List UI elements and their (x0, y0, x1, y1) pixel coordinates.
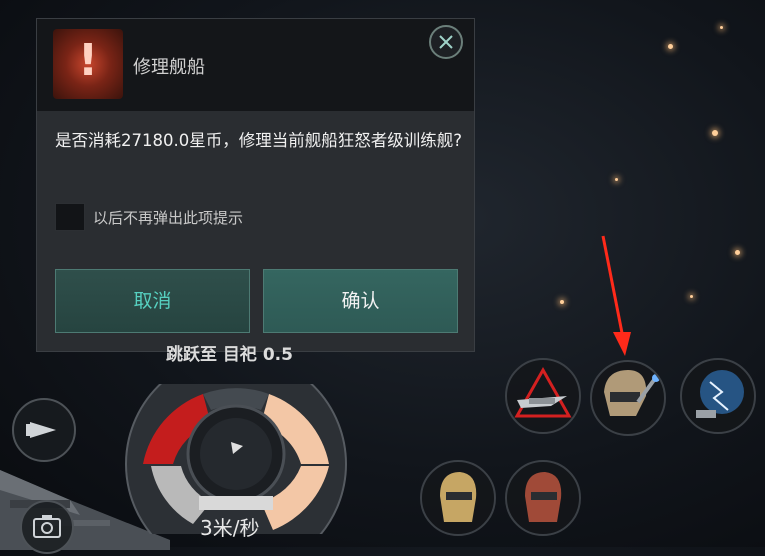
dialog-message: 是否消耗27180.0星币，修理当前舰船狂怒者级训练舰? (55, 131, 462, 150)
dialog-header: ! 修理舰船 (37, 19, 474, 111)
annotation-arrow (601, 235, 631, 356)
dont-show-again-row: 以后不再弹出此项提示 (37, 199, 474, 233)
skill-fighter-ship[interactable] (505, 358, 581, 434)
electric-orb-icon (696, 370, 744, 418)
gold-officer-icon (440, 472, 477, 522)
star (720, 26, 723, 29)
skill-engineer-helmet[interactable] (590, 360, 666, 436)
dialog-title: 修理舰船 (133, 57, 205, 78)
skill-red-officer[interactable] (505, 460, 581, 536)
confirm-button[interactable]: 确认 (263, 269, 458, 333)
red-officer-icon (525, 472, 562, 522)
dont-show-again-label: 以后不再弹出此项提示 (93, 209, 244, 227)
ship-formation-icon (26, 422, 56, 438)
exclamation-icon: ! (53, 29, 123, 99)
welding-helmet-icon (604, 370, 660, 416)
star (712, 130, 718, 136)
dont-show-again-checkbox[interactable] (55, 203, 85, 231)
formation-button[interactable] (12, 398, 76, 462)
fighter-ship-icon (514, 366, 572, 418)
cancel-button[interactable]: 取消 (55, 269, 250, 333)
repair-ship-dialog: ! 修理舰船 是否消耗27180.0星币，修理当前舰船狂怒者级训练舰? 以后不再… (36, 18, 475, 352)
close-button[interactable] (429, 25, 463, 59)
warp-status-label: 跳跃至 目祀 0.5 (166, 345, 293, 365)
camera-button[interactable] (20, 500, 74, 554)
star (735, 250, 740, 255)
speed-readout: 3米/秒 (200, 516, 260, 540)
star (668, 44, 673, 49)
skill-gold-officer[interactable] (420, 460, 496, 536)
star (615, 178, 618, 181)
skill-electric-orb[interactable] (680, 358, 756, 434)
close-icon (439, 35, 453, 49)
camera-icon (33, 515, 61, 538)
star (690, 295, 693, 298)
star (560, 300, 564, 304)
